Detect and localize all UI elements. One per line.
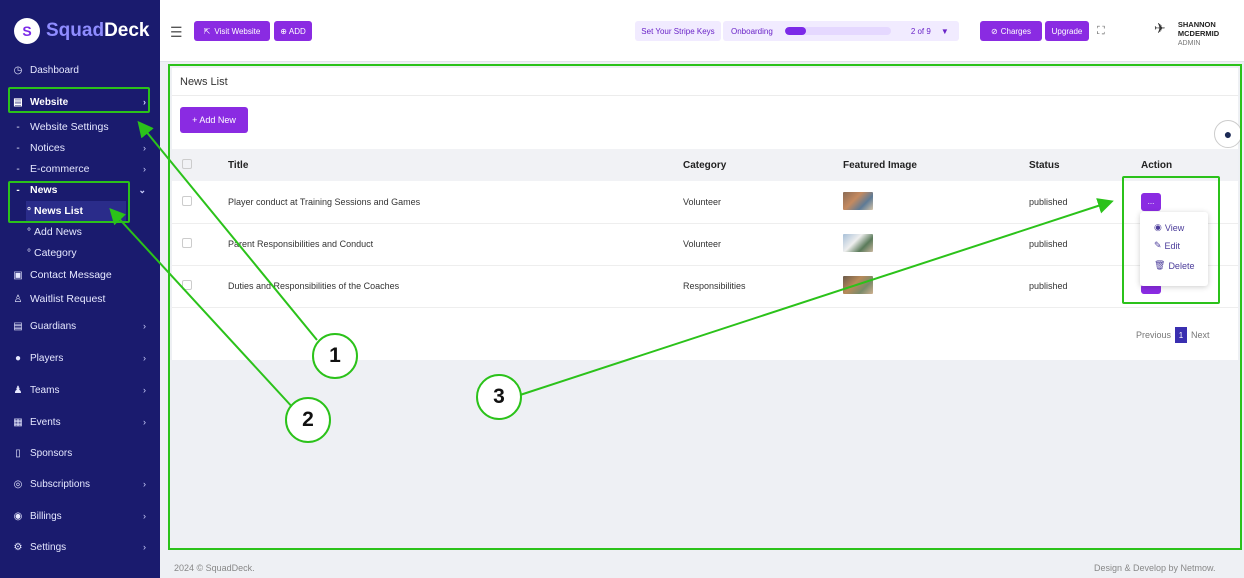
menu-icon[interactable]: ☰ (170, 24, 183, 41)
chevron-right-icon: › (143, 479, 146, 489)
sidebar-item-label: Notices (30, 142, 66, 154)
onboarding-steps: 2 of 9 (910, 26, 931, 36)
sidebar-item-ecommerce[interactable]: - E-commerce › (12, 159, 152, 179)
footer-copyright: 2024 © SquadDeck. (174, 563, 255, 573)
sidebar-item-label: Website Settings (30, 121, 109, 133)
topbar: ☰ ⇱ Visit Website ⊕ ADD Set Your Stripe Ke… (160, 0, 1244, 62)
dash-icon: - (16, 163, 20, 175)
dashboard-icon: ◷ (13, 64, 23, 76)
chevron-right-icon: › (143, 321, 146, 331)
content-highlight-frame (168, 64, 1242, 550)
charges-label: Charges (1000, 26, 1031, 36)
guardians-icon: ▤ (13, 320, 23, 332)
sidebar-item-website-settings[interactable]: - Website Settings (12, 117, 152, 137)
user-role: ADMIN (1177, 40, 1201, 47)
sidebar-item-label: Settings (30, 541, 67, 553)
logo-deck: Deck (104, 20, 150, 41)
user-icon: ♙ (13, 293, 23, 305)
sidebar-item-events[interactable]: ▦ Events › (12, 412, 152, 432)
subscriptions-icon: ◎ (13, 478, 23, 490)
chevron-right-icon: › (143, 353, 146, 363)
charges-button[interactable]: ⊘ Charges (980, 21, 1042, 41)
upgrade-label: Upgrade (1051, 26, 1083, 36)
calendar-icon: ▦ (13, 416, 23, 428)
user-name: SHANNON MCDERMID (1177, 20, 1220, 38)
sidebar-item-contact-message[interactable]: ▣ Contact Message (12, 265, 152, 285)
onboarding-dropdown[interactable]: Onboarding 2 of 9 ▼ (723, 21, 959, 41)
sidebar-item-label: Category (34, 247, 77, 259)
sidebar-item-waitlist-request[interactable]: ♙ Waitlist Request (12, 289, 152, 309)
sidebar-item-settings[interactable]: ⚙ Settings › (12, 537, 152, 557)
charges-icon: ⊘ (991, 26, 998, 36)
sidebar-item-label: Contact Message (30, 269, 112, 281)
sidebar-item-billings[interactable]: ◉ Billings › (12, 506, 152, 526)
bullet-icon: ° (27, 226, 31, 238)
teams-icon: ♟ (13, 384, 23, 396)
plus-circle-icon: ⊕ (280, 26, 287, 36)
user-menu[interactable]: ✈ SHANNON MCDERMID ADMIN (1154, 20, 1244, 47)
footer-credit: Design & Develop by Netmow. (1094, 563, 1216, 573)
sidebar-item-dashboard[interactable]: ◷ Dashboard (12, 60, 152, 80)
stripe-keys-button[interactable]: Set Your Stripe Keys (635, 21, 721, 41)
sidebar-item-sponsors[interactable]: ▯ Sponsors (12, 443, 152, 463)
fullscreen-icon[interactable]: ⛶ (1097, 25, 1105, 38)
sidebar-item-label: Players (30, 352, 64, 364)
chevron-right-icon: › (143, 542, 146, 552)
upgrade-button[interactable]: Upgrade (1045, 21, 1089, 41)
bullet-icon: ° (27, 247, 31, 259)
chevron-right-icon: › (143, 385, 146, 395)
message-icon: ▣ (13, 269, 23, 281)
annotation-marker-2: 2 (285, 397, 331, 443)
sidebar-item-guardians[interactable]: ▤ Guardians › (12, 316, 152, 336)
annotation-marker-3: 3 (476, 374, 522, 420)
annotation-box-news (8, 181, 130, 223)
annotation-marker-1: 1 (312, 333, 358, 379)
player-icon: ● (14, 352, 22, 364)
visit-website-button[interactable]: ⇱ Visit Website (194, 21, 270, 41)
visit-website-label: Visit Website (214, 26, 261, 36)
chevron-right-icon: › (143, 511, 146, 521)
stripe-label: Set Your Stripe Keys (641, 26, 715, 36)
chevron-right-icon: › (143, 164, 146, 174)
dash-icon: - (16, 121, 20, 133)
billing-icon: ◉ (13, 510, 23, 522)
sidebar-item-label: Billings (30, 510, 62, 522)
annotation-box-action (1122, 176, 1220, 304)
sidebar-item-players[interactable]: ● Players › (12, 348, 152, 368)
sidebar-item-category[interactable]: ° Category (26, 243, 166, 263)
gear-icon: ⚙ (13, 541, 23, 553)
sidebar-item-label: Subscriptions (30, 478, 91, 490)
sidebar-item-notices[interactable]: - Notices › (12, 138, 152, 158)
sidebar-item-subscriptions[interactable]: ◎ Subscriptions › (12, 474, 152, 494)
onboarding-progress-fill (784, 27, 806, 35)
sponsor-icon: ▯ (15, 447, 21, 459)
sidebar-item-teams[interactable]: ♟ Teams › (12, 380, 152, 400)
dash-icon: - (16, 142, 20, 154)
onboarding-progress-bar (784, 27, 891, 35)
team-logo-icon: ✈ (1154, 20, 1166, 36)
sidebar-item-label: Dashboard (30, 64, 79, 76)
sidebar-item-label: Waitlist Request (30, 293, 106, 305)
external-link-icon: ⇱ (203, 26, 211, 36)
sidebar-item-label: Teams (30, 384, 60, 396)
sidebar-item-label: Add News (34, 226, 82, 238)
caret-down-icon: ▼ (940, 26, 949, 36)
onboarding-label: Onboarding (731, 26, 773, 36)
sidebar-item-label: E-commerce (30, 163, 90, 175)
chevron-right-icon: › (143, 417, 146, 427)
chevron-down-icon: ⌄ (138, 184, 146, 195)
logo[interactable]: S SquadDeck (14, 18, 149, 44)
annotation-box-website (8, 87, 150, 113)
logo-icon: S (14, 18, 40, 44)
logo-squad: Squad (46, 20, 105, 41)
sidebar-item-label: Guardians (30, 320, 77, 332)
sidebar-item-label: Sponsors (30, 447, 73, 459)
add-button[interactable]: ⊕ ADD (274, 21, 312, 41)
sidebar-item-add-news[interactable]: ° Add News (26, 222, 166, 242)
sidebar-item-label: Events (30, 416, 61, 428)
add-label: ADD (288, 26, 306, 36)
chevron-right-icon: › (143, 143, 146, 153)
